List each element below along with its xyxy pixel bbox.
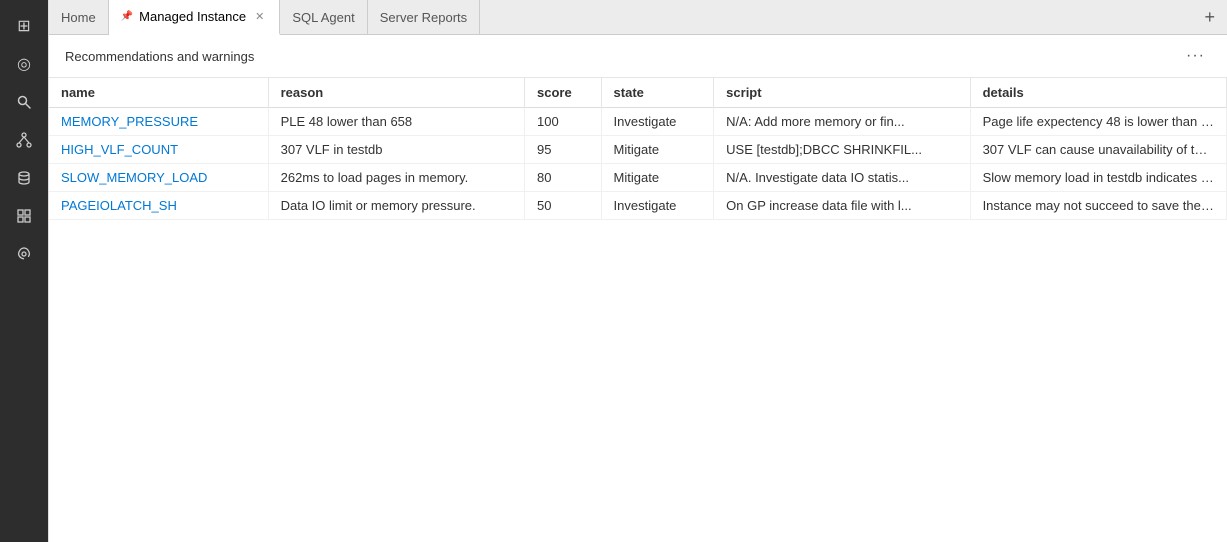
home-icon[interactable]: ⊞ — [6, 8, 42, 44]
add-tab-button[interactable]: + — [1192, 0, 1227, 34]
dashboard-icon[interactable]: ◎ — [6, 46, 42, 82]
content-area: Recommendations and warnings ··· name re… — [49, 35, 1227, 542]
cell-script: On GP increase data file with l... — [714, 192, 970, 220]
tab-sql-agent[interactable]: SQL Agent — [280, 0, 367, 34]
cell-reason: 307 VLF in testdb — [268, 136, 524, 164]
cell-details: Slow memory load in testdb indicates IO … — [970, 164, 1226, 192]
cell-script: N/A. Investigate data IO statis... — [714, 164, 970, 192]
database-icon[interactable] — [6, 160, 42, 196]
pin-icon: 📌 — [121, 11, 133, 22]
cell-score: 80 — [525, 164, 602, 192]
cell-state: Mitigate — [601, 164, 714, 192]
col-score: score — [525, 78, 602, 108]
sidebar: ⊞ ◎ — [0, 0, 48, 542]
cell-script: USE [testdb];DBCC SHRINKFIL... — [714, 136, 970, 164]
monitor-icon[interactable] — [6, 236, 42, 272]
cell-details: Instance may not succeed to save the mem… — [970, 192, 1226, 220]
cell-reason: Data IO limit or memory pressure. — [268, 192, 524, 220]
col-details: details — [970, 78, 1226, 108]
table-row[interactable]: SLOW_MEMORY_LOAD262ms to load pages in m… — [49, 164, 1227, 192]
section-header: Recommendations and warnings ··· — [49, 35, 1227, 78]
cell-reason: 262ms to load pages in memory. — [268, 164, 524, 192]
cell-name: PAGEIOLATCH_SH — [49, 192, 268, 220]
table-row[interactable]: PAGEIOLATCH_SHData IO limit or memory pr… — [49, 192, 1227, 220]
grid-icon[interactable] — [6, 198, 42, 234]
col-reason: reason — [268, 78, 524, 108]
cell-state: Investigate — [601, 108, 714, 136]
cell-name: HIGH_VLF_COUNT — [49, 136, 268, 164]
cell-name: SLOW_MEMORY_LOAD — [49, 164, 268, 192]
cell-details: Page life expectency 48 is lower than 65… — [970, 108, 1226, 136]
tab-bar: Home 📌 Managed Instance ✕ SQL Agent Serv… — [49, 0, 1227, 35]
cell-details: 307 VLF can cause unavailability of test… — [970, 136, 1226, 164]
cell-state: Investigate — [601, 192, 714, 220]
cell-name: MEMORY_PRESSURE — [49, 108, 268, 136]
col-script: script — [714, 78, 970, 108]
tab-server-reports[interactable]: Server Reports — [368, 0, 480, 34]
col-name: name — [49, 78, 268, 108]
tab-close-managed-instance[interactable]: ✕ — [252, 9, 267, 24]
tab-home[interactable]: Home — [49, 0, 109, 34]
table-container: name reason score state script details M… — [49, 78, 1227, 542]
cell-state: Mitigate — [601, 136, 714, 164]
table-row[interactable]: HIGH_VLF_COUNT307 VLF in testdb95Mitigat… — [49, 136, 1227, 164]
main-area: Home 📌 Managed Instance ✕ SQL Agent Serv… — [48, 0, 1227, 542]
table-header: name reason score state script details — [49, 78, 1227, 108]
table-row[interactable]: MEMORY_PRESSUREPLE 48 lower than 658100I… — [49, 108, 1227, 136]
search-icon[interactable] — [6, 84, 42, 120]
cell-score: 50 — [525, 192, 602, 220]
recommendations-table: name reason score state script details M… — [49, 78, 1227, 220]
more-options-button[interactable]: ··· — [1180, 45, 1211, 67]
connections-icon[interactable] — [6, 122, 42, 158]
cell-reason: PLE 48 lower than 658 — [268, 108, 524, 136]
cell-score: 95 — [525, 136, 602, 164]
tab-managed-instance[interactable]: 📌 Managed Instance ✕ — [109, 0, 281, 35]
cell-score: 100 — [525, 108, 602, 136]
table-body: MEMORY_PRESSUREPLE 48 lower than 658100I… — [49, 108, 1227, 220]
cell-script: N/A: Add more memory or fin... — [714, 108, 970, 136]
section-title: Recommendations and warnings — [65, 49, 254, 64]
col-state: state — [601, 78, 714, 108]
